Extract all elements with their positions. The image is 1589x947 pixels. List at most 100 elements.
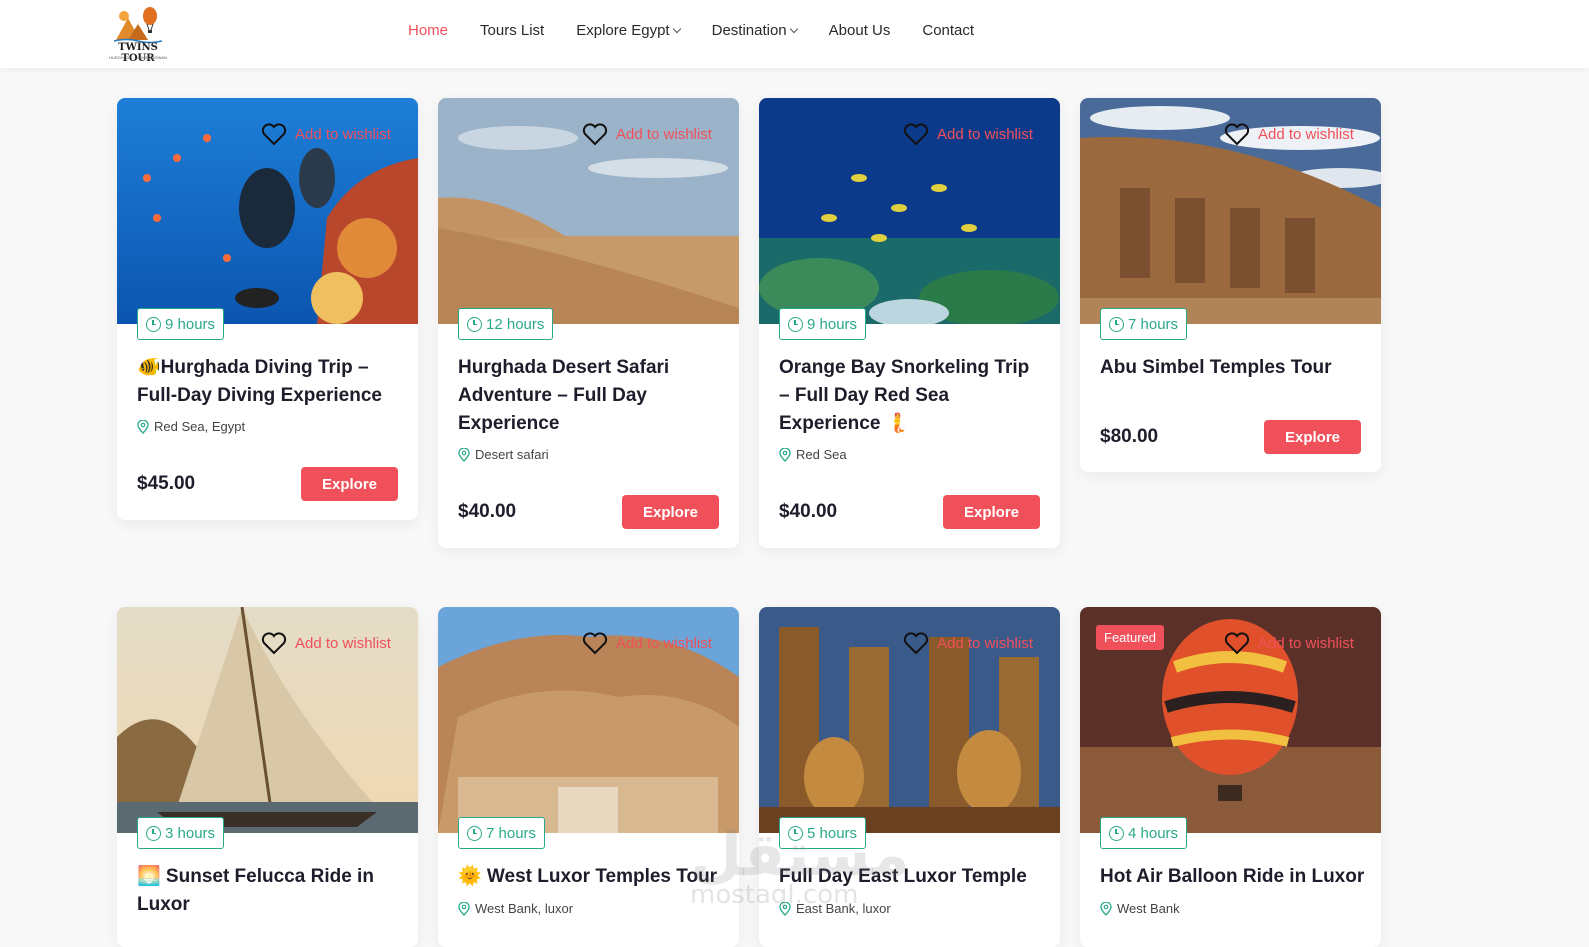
nav-explore-egypt-label: Explore Egypt bbox=[576, 22, 670, 39]
clock-icon bbox=[1109, 316, 1124, 332]
site-header: TWINS TOUR HURGHADA - LUXOR - ASWAN Home… bbox=[0, 0, 1589, 68]
tour-location: Desert safari bbox=[458, 447, 549, 462]
heart-icon bbox=[903, 632, 929, 655]
chevron-down-icon bbox=[672, 24, 681, 34]
tour-location: Red Sea, Egypt bbox=[137, 419, 245, 434]
add-to-wishlist[interactable]: Add to wishlist bbox=[582, 122, 712, 146]
add-to-wishlist[interactable]: Add to wishlist bbox=[582, 631, 712, 655]
wishlist-label: Add to wishlist bbox=[295, 634, 391, 652]
tour-location: West Bank, luxor bbox=[458, 901, 573, 916]
wishlist-label: Add to wishlist bbox=[616, 634, 712, 652]
nav-about-us-label: About Us bbox=[828, 22, 891, 39]
brand-name: TWINS TOUR bbox=[118, 42, 158, 64]
tour-title[interactable]: 🐠Hurghada Diving Trip – Full-Day Diving … bbox=[137, 354, 402, 410]
nav-destination-label: Destination bbox=[711, 22, 787, 39]
add-to-wishlist[interactable]: Add to wishlist bbox=[903, 122, 1033, 146]
tour-price: $40.00 bbox=[779, 501, 838, 522]
tour-location: Red Sea bbox=[779, 447, 847, 462]
tour-title[interactable]: 🌅 Sunset Felucca Ride in Luxor bbox=[137, 863, 402, 919]
add-to-wishlist[interactable]: Add to wishlist bbox=[261, 122, 391, 146]
wishlist-label: Add to wishlist bbox=[937, 634, 1033, 652]
clock-icon bbox=[467, 316, 482, 332]
duration-text: 4 hours bbox=[1128, 824, 1179, 842]
heart-icon bbox=[1224, 123, 1250, 146]
tour-title[interactable]: Abu Simbel Temples Tour bbox=[1100, 354, 1365, 382]
duration-text: 9 hours bbox=[165, 315, 216, 333]
location-text: Desert safari bbox=[475, 447, 549, 462]
wishlist-label: Add to wishlist bbox=[616, 125, 712, 143]
add-to-wishlist[interactable]: Add to wishlist bbox=[1224, 122, 1354, 146]
explore-button[interactable]: Explore bbox=[622, 495, 719, 529]
heart-icon bbox=[1224, 632, 1250, 655]
tour-card: Featured Add to wishlist 4 hours Hot Air… bbox=[1080, 607, 1381, 947]
map-pin-icon bbox=[458, 901, 470, 916]
nav-about-us[interactable]: About Us bbox=[829, 22, 891, 39]
tour-card: Add to wishlist 12 hours Hurghada Desert… bbox=[438, 98, 739, 548]
brand-logo[interactable]: TWINS TOUR HURGHADA - LUXOR - ASWAN bbox=[106, 4, 170, 64]
nav-home[interactable]: Home bbox=[408, 22, 448, 39]
nav-destination[interactable]: Destination bbox=[711, 22, 798, 39]
map-pin-icon bbox=[779, 447, 791, 462]
tour-title[interactable]: Hot Air Balloon Ride in Luxor bbox=[1100, 863, 1365, 891]
tour-price: $40.00 bbox=[458, 501, 517, 522]
tour-card: Add to wishlist 3 hours 🌅 Sunset Felucca… bbox=[117, 607, 418, 947]
duration-text: 3 hours bbox=[165, 824, 216, 842]
clock-icon bbox=[788, 316, 803, 332]
clock-icon bbox=[467, 825, 482, 841]
duration-badge: 7 hours bbox=[458, 817, 546, 849]
location-text: Red Sea bbox=[796, 447, 847, 462]
add-to-wishlist[interactable]: Add to wishlist bbox=[1224, 631, 1354, 655]
location-text: West Bank, luxor bbox=[475, 901, 574, 916]
heart-icon bbox=[582, 123, 608, 146]
duration-badge: 3 hours bbox=[137, 817, 225, 849]
duration-badge: 7 hours bbox=[1100, 308, 1188, 340]
logo-icon bbox=[113, 7, 163, 44]
tour-card: Add to wishlist 9 hours 🐠Hurghada Diving… bbox=[117, 98, 418, 520]
duration-badge: 12 hours bbox=[458, 308, 554, 340]
heart-icon bbox=[582, 632, 608, 655]
add-to-wishlist[interactable]: Add to wishlist bbox=[903, 631, 1033, 655]
tour-location: West Bank bbox=[1100, 901, 1180, 916]
duration-text: 9 hours bbox=[807, 315, 858, 333]
location-text: Red Sea, Egypt bbox=[154, 419, 246, 434]
add-to-wishlist[interactable]: Add to wishlist bbox=[261, 631, 391, 655]
wishlist-label: Add to wishlist bbox=[1258, 634, 1354, 652]
location-text: West Bank bbox=[1117, 901, 1180, 916]
duration-badge: 9 hours bbox=[779, 308, 867, 340]
tour-price: $45.00 bbox=[137, 473, 196, 494]
duration-text: 7 hours bbox=[1128, 315, 1179, 333]
tour-title[interactable]: 🌞 West Luxor Temples Tour bbox=[458, 863, 723, 891]
nav-home-label: Home bbox=[408, 22, 449, 39]
chevron-down-icon bbox=[789, 24, 798, 34]
map-pin-icon bbox=[458, 447, 470, 462]
featured-badge: Featured bbox=[1096, 625, 1165, 650]
map-pin-icon bbox=[1100, 901, 1112, 916]
heart-icon bbox=[903, 123, 929, 146]
tour-title[interactable]: Hurghada Desert Safari Adventure – Full … bbox=[458, 354, 723, 438]
nav-contact[interactable]: Contact bbox=[922, 22, 974, 39]
tour-title[interactable]: Orange Bay Snorkeling Trip – Full Day Re… bbox=[779, 354, 1044, 438]
explore-button[interactable]: Explore bbox=[1264, 420, 1361, 454]
heart-icon bbox=[261, 123, 287, 146]
explore-button[interactable]: Explore bbox=[943, 495, 1040, 529]
clock-icon bbox=[146, 316, 161, 332]
duration-badge: 4 hours bbox=[1100, 817, 1188, 849]
wishlist-label: Add to wishlist bbox=[1258, 125, 1354, 143]
tour-price: $80.00 bbox=[1100, 426, 1159, 447]
nav-tours-list[interactable]: Tours List bbox=[480, 22, 544, 39]
tour-card: Add to wishlist 7 hours Abu Simbel Templ… bbox=[1080, 98, 1381, 472]
duration-text: 12 hours bbox=[486, 315, 545, 333]
tour-card: Add to wishlist 9 hours Orange Bay Snork… bbox=[759, 98, 1060, 548]
nav-contact-label: Contact bbox=[922, 22, 975, 39]
wishlist-label: Add to wishlist bbox=[937, 125, 1033, 143]
clock-icon bbox=[1109, 825, 1124, 841]
nav-tours-list-label: Tours List bbox=[480, 22, 545, 39]
map-pin-icon bbox=[137, 419, 149, 434]
brand-tagline: HURGHADA - LUXOR - ASWAN bbox=[109, 55, 167, 60]
explore-button[interactable]: Explore bbox=[301, 467, 398, 501]
duration-badge: 9 hours bbox=[137, 308, 225, 340]
nav-explore-egypt[interactable]: Explore Egypt bbox=[576, 22, 681, 39]
watermark-url: mostaql.com bbox=[690, 880, 859, 910]
clock-icon bbox=[146, 825, 161, 841]
main-nav: Home Tours List Explore Egypt Destinatio… bbox=[408, 22, 1006, 39]
